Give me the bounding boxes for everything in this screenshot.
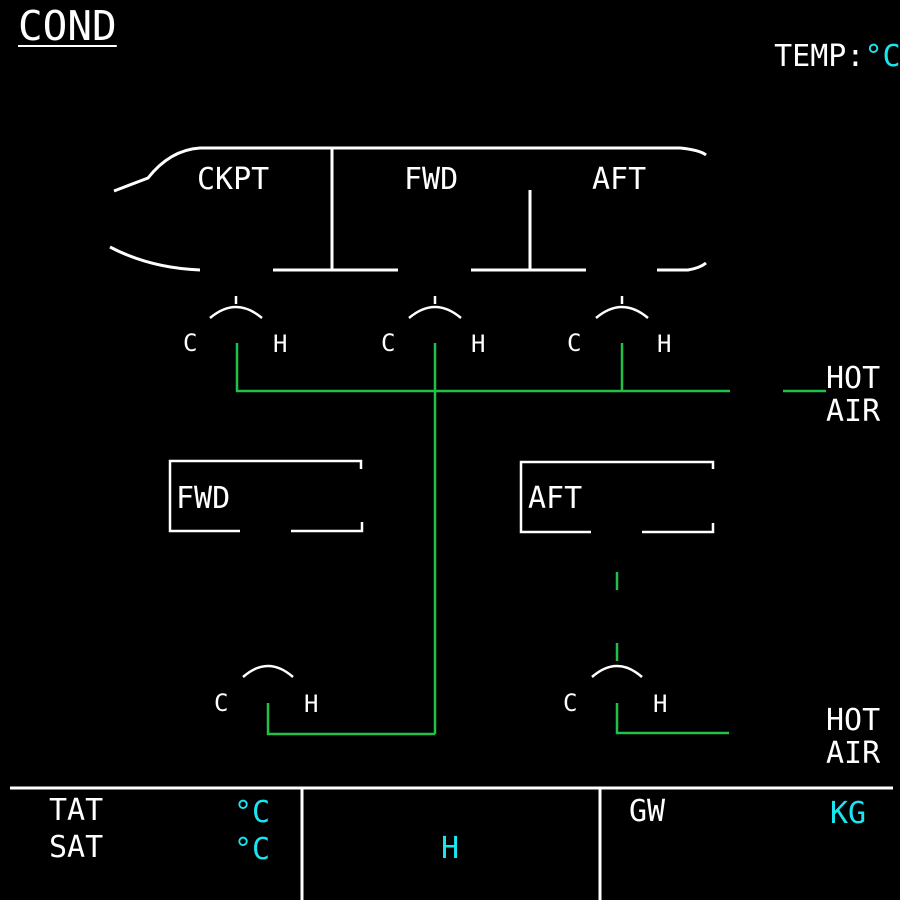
aft-cargo-valve-cold-label: C [563, 689, 578, 717]
temp-unit: °C [864, 39, 900, 74]
fwd-valve-hot-label: H [471, 330, 486, 358]
zone-label-fwd: FWD [404, 162, 459, 197]
time-unit: H [441, 831, 460, 866]
aft-cargo-trim-valve [591, 664, 643, 678]
cargo-label-fwd: FWD [176, 481, 231, 516]
hot-air-ducts [235, 343, 826, 736]
fwd-cargo-valve-cold-label: C [214, 689, 229, 717]
cabin-hot-air-label-1: HOT [826, 361, 881, 396]
ckpt-trim-valve [209, 296, 263, 319]
fwd-cargo-valve-hot-label: H [304, 690, 319, 718]
temp-indicator: TEMP:°C [738, 12, 900, 72]
sat-label: SAT [49, 830, 104, 865]
tat-unit: °C [234, 795, 271, 830]
temp-separator: : [846, 39, 865, 74]
cargo-hot-air-label-2: AIR [826, 736, 881, 771]
tat-label: TAT [49, 793, 104, 828]
temp-label: TEMP [774, 39, 847, 74]
gw-label: GW [629, 794, 666, 829]
zone-label-ckpt: CKPT [197, 162, 270, 197]
aft-cargo-valve-hot-label: H [653, 690, 668, 718]
cargo-label-aft: AFT [528, 481, 583, 516]
cargo-trim-valves [242, 664, 643, 678]
cargo-hot-air-label-1: HOT [826, 703, 881, 738]
aft-cargo-hot-air-duct [615, 703, 729, 735]
aft-valve-hot-label: H [657, 330, 672, 358]
fwd-cargo-hot-air-duct [266, 703, 435, 736]
fwd-trim-valve [408, 296, 462, 319]
cond-synoptic-diagram [10, 146, 893, 900]
page-title: COND [18, 2, 117, 50]
ckpt-valve-cold-label: C [183, 329, 198, 357]
cabin-trim-valves [209, 296, 649, 319]
fwd-valve-cold-label: C [381, 329, 396, 357]
fwd-cargo-trim-valve [242, 664, 294, 678]
sat-unit: °C [234, 832, 271, 867]
cargo-compartments [168, 459, 715, 534]
aft-trim-valve [595, 296, 649, 319]
ckpt-valve-hot-label: H [273, 330, 288, 358]
zone-label-aft: AFT [592, 162, 647, 197]
gw-unit: KG [830, 796, 867, 831]
fuselage-bottom-nose [109, 245, 201, 272]
fuselage-tail-bottom [657, 261, 707, 272]
cabin-hot-air-label-2: AIR [826, 394, 881, 429]
aft-valve-cold-label: C [567, 329, 582, 357]
